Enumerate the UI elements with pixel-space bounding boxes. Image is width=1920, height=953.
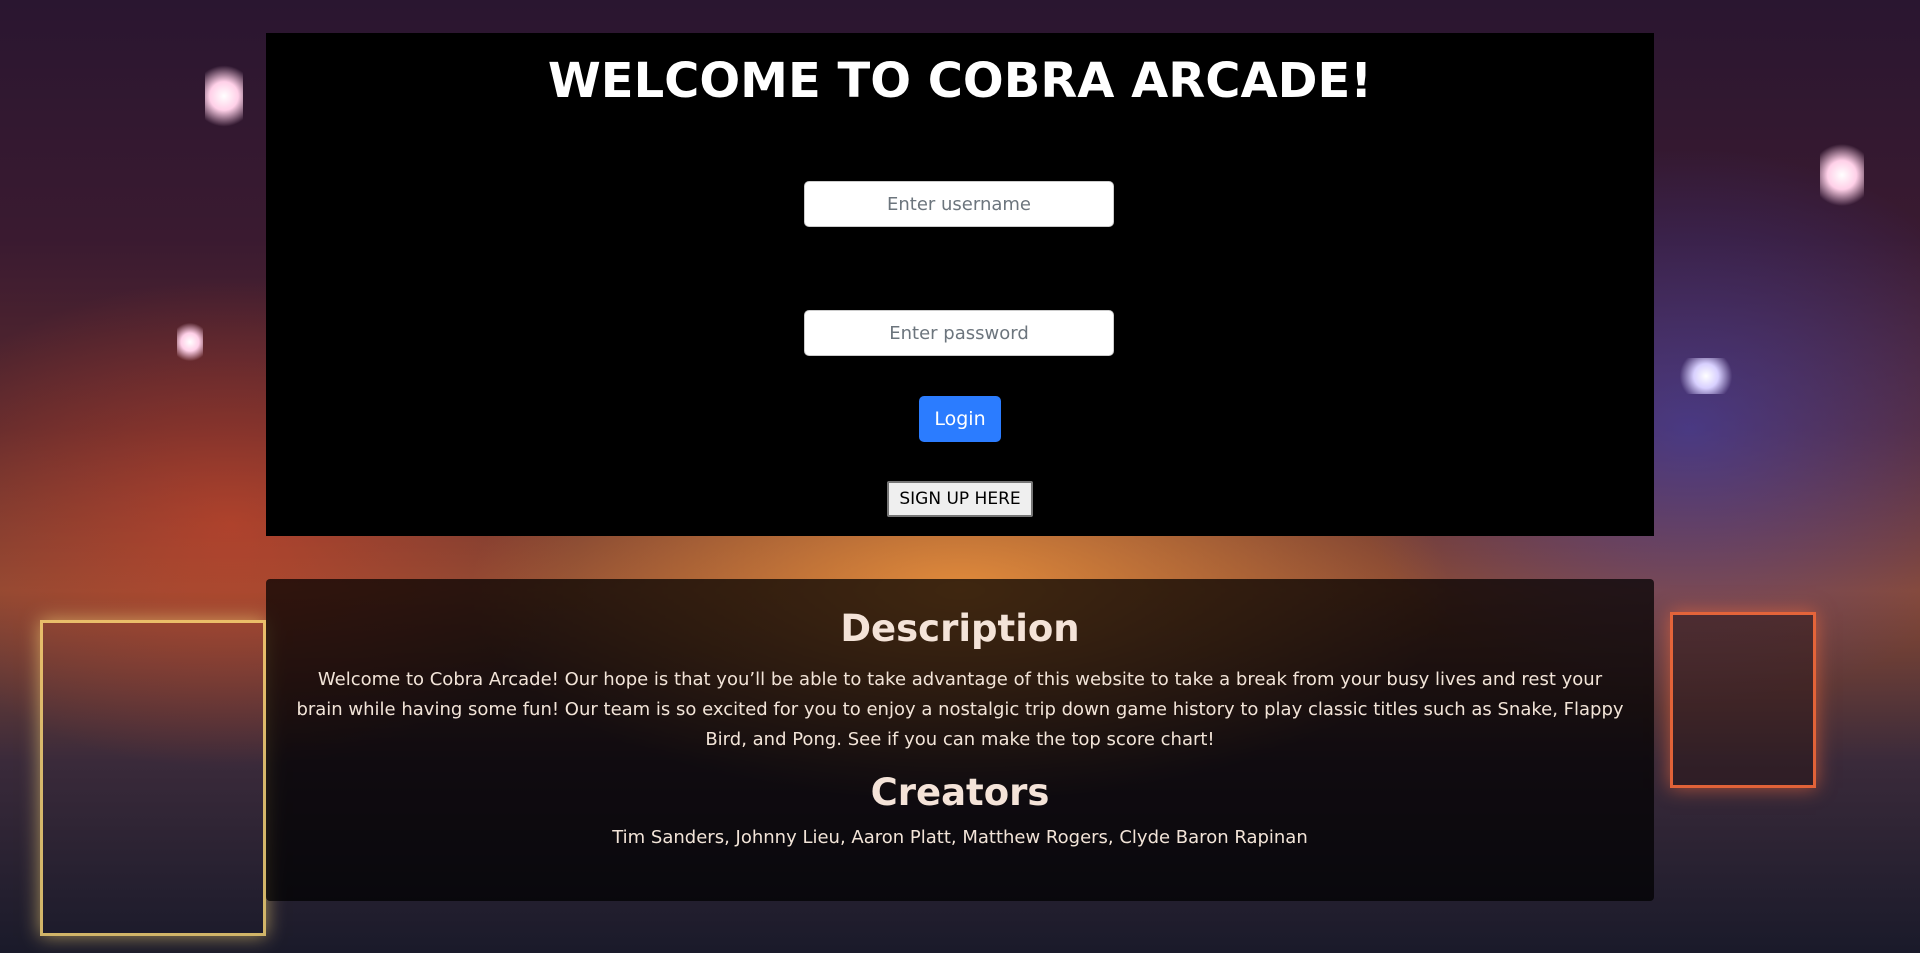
username-input[interactable]	[804, 181, 1114, 227]
page-title: WELCOME TO COBRA ARCADE!	[547, 53, 1373, 109]
creators-heading: Creators	[870, 771, 1050, 814]
info-panel: Description Welcome to Cobra Arcade! Our…	[266, 579, 1654, 901]
login-panel: WELCOME TO COBRA ARCADE! Username Passwo…	[266, 33, 1654, 536]
ceiling-lamp	[205, 60, 243, 132]
ceiling-lamp	[177, 320, 203, 364]
password-input[interactable]	[804, 310, 1114, 356]
ceiling-lamp	[1676, 358, 1736, 394]
claw-machine	[40, 620, 266, 936]
sign-up-button[interactable]: SIGN UP HERE	[887, 481, 1033, 517]
description-heading: Description	[840, 607, 1080, 650]
ceiling-lamp	[1820, 140, 1864, 210]
creators-text: Tim Sanders, Johnny Lieu, Aaron Platt, M…	[612, 827, 1308, 848]
pinball-machine	[1670, 612, 1816, 788]
description-text: Welcome to Cobra Arcade! Our hope is tha…	[296, 669, 1624, 750]
login-button[interactable]: Login	[919, 396, 1001, 442]
